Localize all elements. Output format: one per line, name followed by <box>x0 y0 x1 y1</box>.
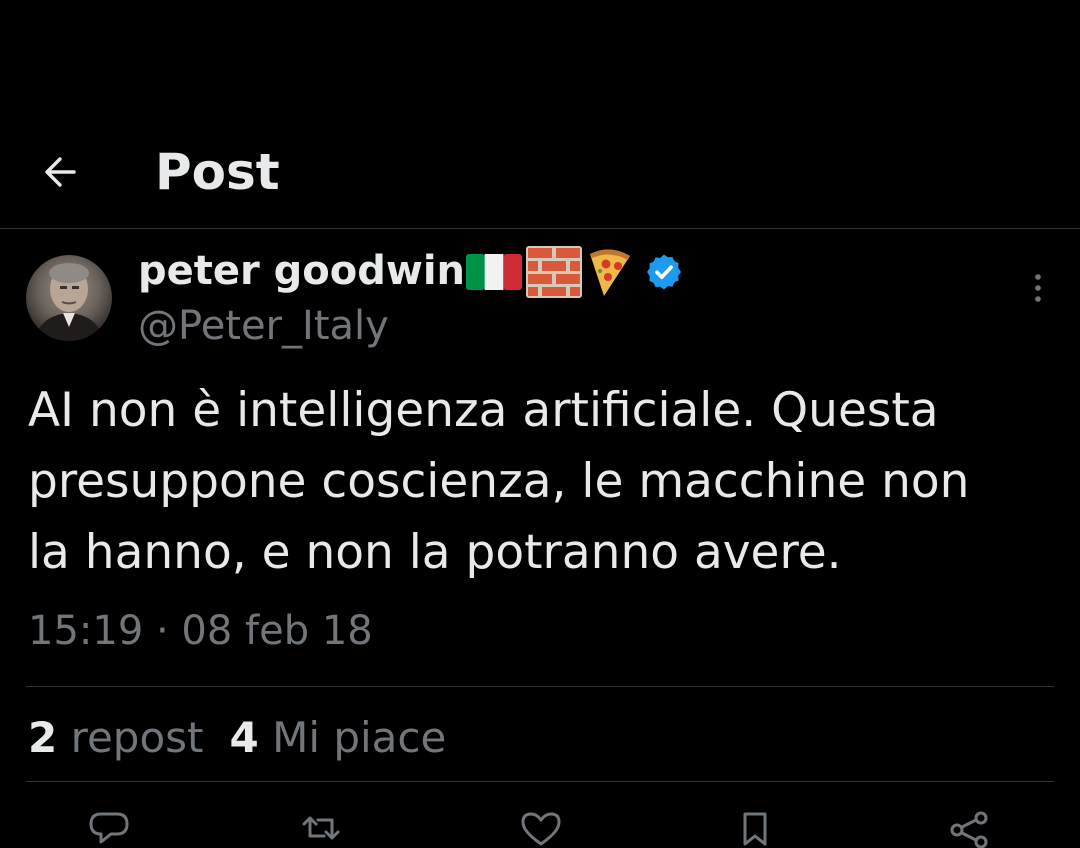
author-emoji-row <box>466 246 684 298</box>
more-vertical-icon <box>1035 274 1041 302</box>
like-button[interactable] <box>516 808 566 848</box>
top-bar: Post <box>0 0 1080 229</box>
avatar-image <box>34 263 104 341</box>
arrow-left-icon <box>45 157 76 187</box>
reply-button[interactable] <box>84 808 134 848</box>
bookmark-icon <box>743 812 767 846</box>
author-handle[interactable]: @Peter_Italy <box>138 300 389 352</box>
repost-label: repost <box>70 713 204 762</box>
pizza-icon <box>590 249 630 296</box>
post-timestamp[interactable]: 15:19 · 08 feb 18 <box>28 605 373 657</box>
engagement-stats: 2 repost 4 Mi piace <box>28 712 446 764</box>
share-button[interactable] <box>944 808 994 848</box>
repost-icon <box>302 816 340 840</box>
repost-count-link[interactable]: 2 repost <box>28 712 203 764</box>
like-icon <box>521 812 561 846</box>
post-text: AI non è intelligenza artificiale. Quest… <box>28 383 970 580</box>
divider <box>26 781 1054 782</box>
repost-count: 2 <box>28 713 58 762</box>
like-label: Mi piace <box>272 713 447 762</box>
like-count-link[interactable]: 4 Mi piace <box>229 712 446 764</box>
divider <box>26 686 1054 687</box>
more-options-button[interactable] <box>1018 268 1058 308</box>
author-name[interactable]: peter goodwin <box>138 245 465 297</box>
reply-icon <box>89 812 129 844</box>
italy-flag-icon <box>466 254 522 290</box>
avatar[interactable] <box>26 255 112 341</box>
back-button[interactable] <box>36 148 84 196</box>
like-count: 4 <box>229 713 259 762</box>
repost-button[interactable] <box>296 808 346 848</box>
page-title: Post <box>155 143 280 201</box>
bookmark-button[interactable] <box>730 808 780 848</box>
brick-icon <box>526 246 582 298</box>
verified-badge-icon <box>647 254 681 290</box>
share-icon <box>950 811 988 848</box>
